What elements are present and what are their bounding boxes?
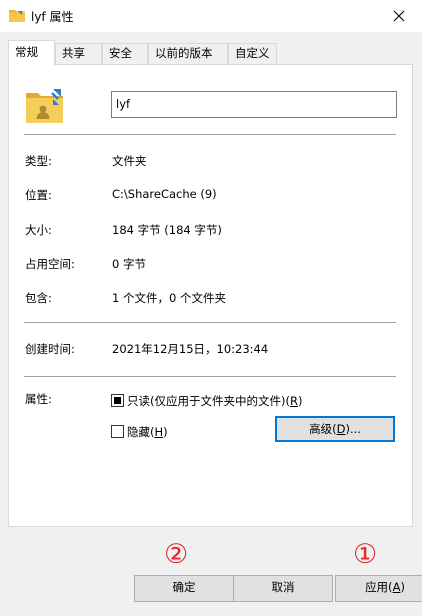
readonly-checkbox[interactable] xyxy=(111,394,124,407)
annotation-mark-2: ② xyxy=(164,539,189,570)
hidden-checkbox[interactable] xyxy=(111,425,124,438)
close-button[interactable] xyxy=(376,0,422,32)
close-icon xyxy=(393,10,405,22)
size-label: 大小: xyxy=(25,223,52,237)
attributes-label: 属性: xyxy=(25,392,52,406)
created-label: 创建时间: xyxy=(25,342,75,356)
tab-security[interactable]: 安全 xyxy=(102,43,148,64)
separator xyxy=(24,134,396,135)
ok-button[interactable]: 确定 xyxy=(134,575,234,602)
advanced-button[interactable]: 高级(D)... xyxy=(275,416,395,442)
window-title: lyf 属性 xyxy=(31,10,74,24)
general-panel: lyf 类型: 文件夹 位置: C:\ShareCache (9) 大小: 18… xyxy=(8,64,413,527)
shared-folder-icon xyxy=(26,89,63,123)
tab-previous-versions[interactable]: 以前的版本 xyxy=(148,43,228,64)
folder-icon xyxy=(9,10,25,22)
tab-customize[interactable]: 自定义 xyxy=(228,43,277,64)
created-value: 2021年12月15日，10:23:44 xyxy=(112,342,269,356)
readonly-label[interactable]: 只读(仅应用于文件夹中的文件)(R) xyxy=(127,393,302,409)
type-value: 文件夹 xyxy=(112,154,147,168)
hidden-label[interactable]: 隐藏(H) xyxy=(127,424,168,440)
separator xyxy=(24,376,396,377)
tab-sharing[interactable]: 共享 xyxy=(55,43,102,64)
contains-label: 包含: xyxy=(25,291,52,305)
separator xyxy=(24,322,396,323)
size-on-disk-value: 0 字节 xyxy=(112,257,146,271)
location-value: C:\ShareCache (9) xyxy=(112,187,217,201)
size-value: 184 字节 (184 字节) xyxy=(112,223,222,237)
location-label: 位置: xyxy=(25,188,52,202)
tab-general[interactable]: 常规 xyxy=(8,40,55,66)
contains-value: 1 个文件，0 个文件夹 xyxy=(112,291,226,305)
folder-name-input[interactable]: lyf xyxy=(111,91,397,118)
type-label: 类型: xyxy=(25,154,52,168)
apply-button[interactable]: 应用(A) xyxy=(335,575,422,602)
title-bar: lyf 属性 xyxy=(0,0,422,32)
size-on-disk-label: 占用空间: xyxy=(25,257,75,271)
annotation-mark-1: ① xyxy=(353,539,378,570)
cancel-button[interactable]: 取消 xyxy=(233,575,333,602)
